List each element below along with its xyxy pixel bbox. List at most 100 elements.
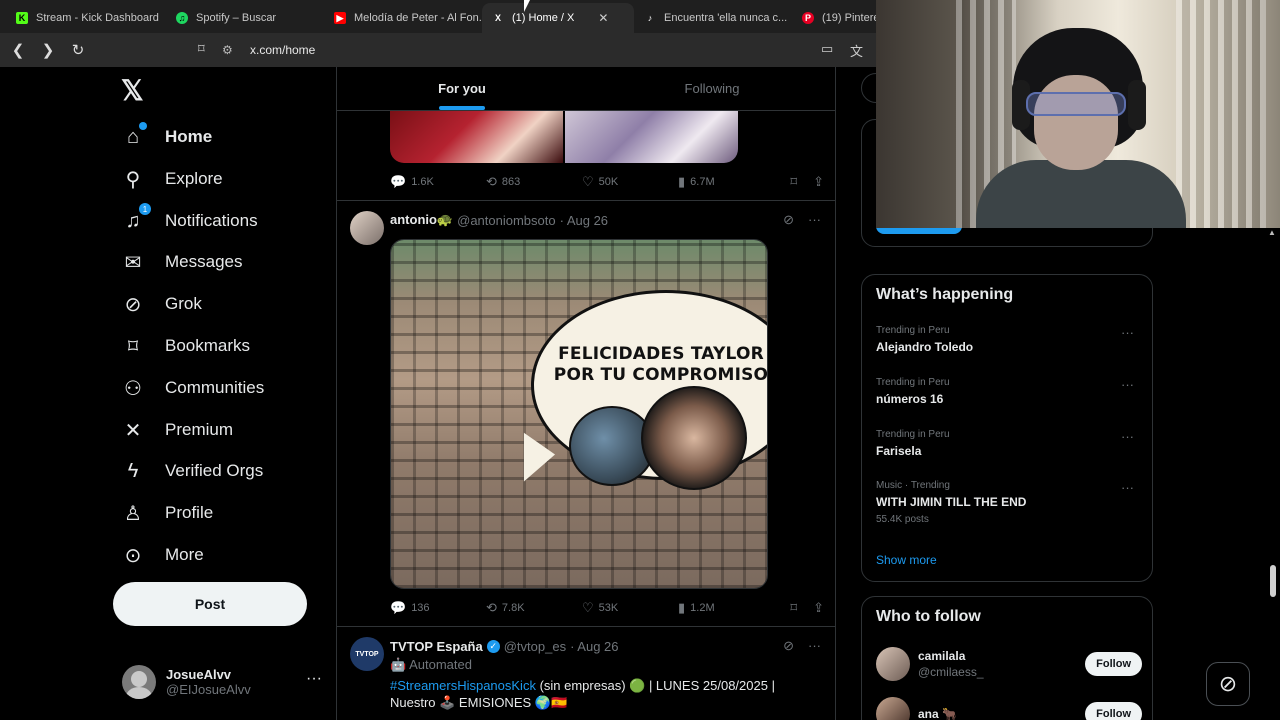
share-icon[interactable]: ⇪ bbox=[813, 174, 824, 190]
more-icon[interactable]: ··· bbox=[1121, 480, 1134, 495]
tweet-text-part: Nuestro 🕹️ EMISIONES 🌍🇪🇸 bbox=[390, 695, 568, 710]
tweet-date[interactable]: · Aug 26 bbox=[560, 213, 608, 228]
x-logo-icon[interactable]: 𝕏 bbox=[121, 77, 149, 105]
timeline: For you Following 💬 1.6K ⟲ 863 ♡ 50K ▮ 6.7M … bbox=[336, 67, 836, 720]
tab-spotify[interactable]: ♫ Spotify – Buscar bbox=[166, 3, 324, 33]
tab-label: Spotify – Buscar bbox=[196, 12, 277, 24]
more-icon[interactable]: ··· bbox=[1121, 377, 1134, 392]
more-icon[interactable]: ··· bbox=[808, 638, 821, 654]
tab-x-home[interactable]: X (1) Home / X ✕ bbox=[482, 3, 634, 33]
nav-notifications[interactable]: ♫ 1 Notifications bbox=[121, 203, 258, 239]
reply-button[interactable]: 💬 1.6K bbox=[390, 174, 486, 190]
scroll-up-icon[interactable]: ▲ bbox=[1268, 228, 1276, 237]
show-more-link[interactable]: Show more bbox=[876, 553, 937, 567]
tweet-image[interactable] bbox=[390, 111, 738, 163]
avatar[interactable] bbox=[876, 697, 910, 720]
share-icon[interactable]: ⇪ bbox=[813, 600, 824, 616]
nav-grok[interactable]: ⊘ Grok bbox=[121, 286, 202, 322]
author-handle[interactable]: @tvtop_es bbox=[504, 639, 566, 654]
trend-item[interactable]: Music · Trending WITH JIMIN TILL THE END… bbox=[876, 480, 1142, 525]
bookmark-icon[interactable]: ⌑ bbox=[790, 174, 797, 190]
back-icon[interactable]: ❮ bbox=[6, 38, 30, 62]
tweet-actions: 💬 1.6K ⟲ 863 ♡ 50K ▮ 6.7M ⌑ ⇪ bbox=[390, 172, 824, 192]
like-button[interactable]: ♡ 53K bbox=[582, 600, 678, 616]
avatar[interactable]: TVTOP bbox=[350, 637, 384, 671]
author-name[interactable]: TVTOP España bbox=[390, 639, 483, 654]
grok-icon[interactable]: ⊘ bbox=[783, 212, 794, 228]
tab-youtube[interactable]: ▶ Melodía de Peter - Al Fon... bbox=[324, 3, 482, 33]
tab-label: Melodía de Peter - Al Fon... bbox=[354, 12, 482, 24]
reply-button[interactable]: 💬 136 bbox=[390, 600, 486, 616]
more-icon[interactable]: ··· bbox=[1121, 429, 1134, 444]
like-button[interactable]: ♡ 50K bbox=[582, 174, 678, 190]
trend-meta: Trending in Peru bbox=[876, 325, 950, 336]
nav-more[interactable]: ⊙ More bbox=[121, 537, 204, 573]
glasses bbox=[1026, 92, 1126, 116]
bookmark-icon[interactable]: ⌑ bbox=[790, 600, 797, 616]
automated-label: 🤖 Automated bbox=[390, 657, 472, 673]
trend-name: números 16 bbox=[876, 392, 944, 406]
cast-icon[interactable]: ▭ bbox=[821, 41, 833, 57]
trend-item[interactable]: Trending in Peru Farisela ··· bbox=[876, 429, 1142, 458]
hashtag-link[interactable]: #StreamersHispanosKick bbox=[390, 678, 536, 693]
follow-suggestion[interactable]: camilala @cmilaess_ Follow bbox=[876, 646, 1142, 682]
translate-icon[interactable]: 文 bbox=[850, 41, 863, 60]
ring-photo bbox=[641, 386, 747, 490]
account-switcher[interactable]: JosueAlvv @EIJosueAlvv ··· bbox=[122, 664, 322, 700]
pinterest-icon: P bbox=[802, 12, 814, 24]
more-icon[interactable]: ··· bbox=[808, 212, 821, 228]
address-bar[interactable]: ⚙ x.com/home bbox=[222, 39, 872, 61]
sidebar: 𝕏 ⌂ Home ⚲ Explore ♫ 1 Notifications ✉ Me… bbox=[0, 67, 336, 720]
follow-button[interactable]: Follow bbox=[1085, 652, 1142, 676]
nav-label: Home bbox=[165, 127, 213, 146]
follow-button[interactable]: Follow bbox=[1085, 702, 1142, 720]
repost-icon: ⟲ bbox=[486, 600, 497, 615]
more-icon[interactable]: ··· bbox=[306, 670, 322, 688]
notification-badge: 1 bbox=[139, 203, 151, 215]
site-info-icon[interactable]: ⚙ bbox=[222, 43, 238, 57]
more-circle-icon: ⊙ bbox=[124, 544, 142, 567]
views-button[interactable]: ▮ 1.2M bbox=[678, 600, 774, 616]
trend-item[interactable]: Trending in Peru números 16 ··· bbox=[876, 377, 1142, 406]
close-tab-icon[interactable]: ✕ bbox=[598, 11, 608, 25]
reload-icon[interactable]: ↻ bbox=[66, 38, 90, 62]
trend-item[interactable]: Trending in Peru Alejandro Toledo ··· bbox=[876, 325, 1142, 354]
avatar[interactable] bbox=[876, 647, 910, 681]
author-handle[interactable]: @antoniombsoto bbox=[457, 213, 555, 228]
repost-button[interactable]: ⟲ 7.8K bbox=[486, 600, 582, 616]
nav-premium[interactable]: ✕ Premium bbox=[121, 412, 233, 448]
nav-messages[interactable]: ✉ Messages bbox=[121, 244, 243, 280]
tab-for-you[interactable]: For you bbox=[337, 67, 587, 110]
grok-icon[interactable]: ⊘ bbox=[783, 638, 794, 654]
forward-icon[interactable]: ❯ bbox=[36, 38, 60, 62]
nav-label: Explore bbox=[165, 169, 223, 188]
follow-suggestion[interactable]: ana 🐂 Follow bbox=[876, 696, 1142, 720]
nav-communities[interactable]: ⚇ Communities bbox=[121, 370, 264, 406]
nav-explore[interactable]: ⚲ Explore bbox=[121, 161, 223, 197]
post-button[interactable]: Post bbox=[113, 582, 307, 626]
tab-tiktok[interactable]: ♪ Encuentra 'ella nunca c... bbox=[634, 3, 792, 33]
repost-button[interactable]: ⟲ 863 bbox=[486, 174, 582, 190]
nav-label: Communities bbox=[165, 378, 265, 397]
trend-meta: Trending in Peru bbox=[876, 429, 950, 440]
nav-verified-orgs[interactable]: ϟ Verified Orgs bbox=[121, 453, 264, 489]
tab-following[interactable]: Following bbox=[587, 67, 835, 110]
more-icon[interactable]: ··· bbox=[1121, 325, 1134, 340]
suggestion-handle: @cmilaess_ bbox=[918, 665, 984, 679]
scrollbar-thumb[interactable] bbox=[1270, 565, 1276, 597]
tweet-date[interactable]: · Aug 26 bbox=[570, 639, 618, 654]
author-name[interactable]: antonio🐢 bbox=[390, 212, 453, 228]
nav-bookmarks[interactable]: ⌑ Bookmarks bbox=[121, 328, 250, 364]
nav-home[interactable]: ⌂ Home bbox=[121, 119, 212, 155]
avatar[interactable] bbox=[350, 211, 384, 245]
views-button[interactable]: ▮ 6.7M bbox=[678, 174, 774, 190]
tab-pinterest[interactable]: P (19) Pinterest bbox=[792, 3, 882, 33]
nav-profile[interactable]: ♙ Profile bbox=[121, 495, 213, 531]
tab-kick[interactable]: K Stream - Kick Dashboard bbox=[6, 3, 166, 33]
image-caption: FELICIDADES TAYLOR POR TU COMPROMISO bbox=[541, 344, 767, 386]
spotify-icon: ♫ bbox=[176, 12, 188, 24]
bookmark-page-icon[interactable]: ⌑ bbox=[198, 41, 205, 57]
grok-floating-button[interactable]: ⊘ bbox=[1206, 662, 1250, 706]
tweet-image[interactable]: FELICIDADES TAYLOR POR TU COMPROMISO bbox=[390, 239, 768, 589]
divider bbox=[337, 626, 835, 627]
